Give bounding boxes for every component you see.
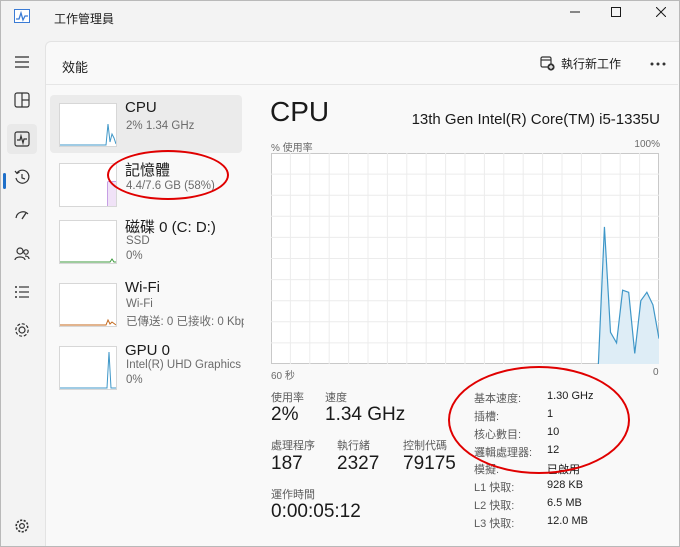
spec-base-speed-label: 基本速度: <box>474 393 522 405</box>
utilization-label: 使用率 <box>271 392 304 404</box>
users-icon <box>14 247 30 261</box>
run-new-task-icon <box>540 56 555 71</box>
gpu-thumbnail <box>59 346 117 390</box>
processor-model: 13th Gen Intel(R) Core(TM) i5-1335U <box>411 111 660 128</box>
perf-item-sub2: 0% <box>126 250 143 262</box>
perf-item-name: 記憶體 <box>125 162 171 179</box>
spec-l2-cache-value: 6.5 MB <box>547 497 582 509</box>
header-divider <box>46 84 678 85</box>
minimize-icon <box>570 11 580 13</box>
spec-l2-cache-label: L2 快取: <box>474 500 515 512</box>
nav-processes[interactable] <box>7 85 37 115</box>
page-title: 效能 <box>62 60 89 75</box>
min-axis-label: 0 <box>653 367 659 378</box>
nav-startup-apps[interactable] <box>7 200 37 230</box>
more-options-icon <box>650 62 666 66</box>
run-new-task-button[interactable]: 執行新工作 <box>540 55 621 72</box>
task-manager-app-icon <box>14 9 30 23</box>
services-icon <box>15 323 29 337</box>
nav-performance[interactable] <box>7 124 37 154</box>
perf-item-name: GPU 0 <box>125 342 171 359</box>
perf-item-sub2: 0% <box>126 374 143 386</box>
run-new-task-label: 執行新工作 <box>561 57 622 71</box>
cpu-mini-graph <box>60 123 116 146</box>
perf-item-memory[interactable]: 記憶體 4.4/7.6 GB (58%) <box>50 155 242 213</box>
time-axis-label: 60 秒 <box>271 371 295 382</box>
perf-item-name: CPU <box>125 99 157 116</box>
perf-item-sub: SSD <box>126 235 150 247</box>
performance-icon <box>14 131 30 147</box>
minimize-button[interactable] <box>552 0 598 24</box>
perf-item-wifi[interactable]: Wi-Fi Wi-Fi 已傳送: 0 已接收: 0 Kbp <box>50 275 244 333</box>
active-indicator <box>3 173 6 189</box>
menu-button[interactable] <box>7 47 37 77</box>
disk-mini-graph <box>60 258 116 263</box>
handles-value: 79175 <box>403 453 456 474</box>
app-history-icon <box>14 169 30 184</box>
spec-cores-value: 10 <box>547 426 560 438</box>
spec-virtualization-label: 模擬: <box>474 464 500 476</box>
nav-users[interactable] <box>7 239 37 269</box>
perf-item-name: Wi-Fi <box>125 279 160 296</box>
maximize-icon <box>611 7 621 17</box>
navigation-rail <box>0 42 44 545</box>
maximize-button[interactable] <box>593 0 639 24</box>
nav-app-history[interactable] <box>7 162 37 192</box>
nav-services[interactable] <box>7 315 37 345</box>
spec-logical-processors-value: 12 <box>547 444 560 456</box>
perf-item-sub2: 已傳送: 0 已接收: 0 Kbp <box>126 316 244 328</box>
memory-mini-graph <box>107 181 116 206</box>
title-bar[interactable]: 工作管理員 <box>0 0 678 32</box>
settings-icon <box>15 519 29 533</box>
processes-icon <box>14 92 30 108</box>
uptime-value: 0:00:05:12 <box>271 501 361 522</box>
usage-axis-label: % 使用率 <box>271 143 313 154</box>
detail-title: CPU <box>270 96 330 127</box>
perf-item-gpu[interactable]: GPU 0 Intel(R) UHD Graphics 0% <box>50 338 242 396</box>
spec-logical-processors-label: 邏輯處理器: <box>474 447 533 459</box>
wifi-thumbnail <box>59 283 117 327</box>
spec-l1-cache-value: 928 KB <box>547 479 584 491</box>
processes-label: 處理程序 <box>271 440 315 452</box>
spec-l1-cache-label: L1 快取: <box>474 482 515 494</box>
cpu-utilization-graph <box>271 153 659 364</box>
memory-thumbnail <box>59 163 117 207</box>
spec-l3-cache-label: L3 快取: <box>474 518 515 530</box>
gpu-mini-graph <box>60 351 116 389</box>
threads-value: 2327 <box>337 453 380 474</box>
startup-apps-icon <box>15 211 29 220</box>
perf-item-sub: Intel(R) UHD Graphics <box>126 359 242 371</box>
close-button[interactable] <box>638 0 680 24</box>
threads-label: 執行緒 <box>337 440 370 452</box>
wifi-mini-graph <box>60 318 116 326</box>
spec-cores-label: 核心數目: <box>474 429 522 441</box>
window-title: 工作管理員 <box>54 12 115 26</box>
close-icon <box>656 7 666 17</box>
spec-virtualization-value: 已啟用 <box>547 464 580 476</box>
hamburger-icon <box>15 56 29 68</box>
perf-item-sub: 4.4/7.6 GB (58%) <box>126 180 215 192</box>
perf-item-cpu[interactable]: CPU 2% 1.34 GHz <box>50 95 242 153</box>
speed-label: 速度 <box>325 392 347 404</box>
cpu-thumbnail <box>59 103 117 147</box>
perf-item-name: 磁碟 0 (C: D:) <box>125 219 216 236</box>
uptime-label: 運作時間 <box>271 489 315 501</box>
handles-label: 控制代碼 <box>403 440 447 452</box>
nav-details[interactable] <box>7 277 37 307</box>
speed-value: 1.34 GHz <box>325 404 406 425</box>
perf-item-sub: 2% 1.34 GHz <box>126 120 195 132</box>
more-options-button[interactable] <box>647 54 669 74</box>
processes-value: 187 <box>271 453 303 474</box>
perf-item-disk[interactable]: 磁碟 0 (C: D:) SSD 0% <box>50 212 242 270</box>
utilization-value: 2% <box>271 404 299 425</box>
spec-sockets-label: 插槽: <box>474 411 500 423</box>
perf-item-sub: Wi-Fi <box>126 298 153 310</box>
nav-settings[interactable] <box>7 511 37 541</box>
details-icon <box>15 286 29 298</box>
max-axis-label: 100% <box>634 139 660 150</box>
spec-base-speed-value: 1.30 GHz <box>547 390 594 402</box>
disk-thumbnail <box>59 220 117 264</box>
spec-l3-cache-value: 12.0 MB <box>547 515 588 527</box>
spec-sockets-value: 1 <box>547 408 554 420</box>
